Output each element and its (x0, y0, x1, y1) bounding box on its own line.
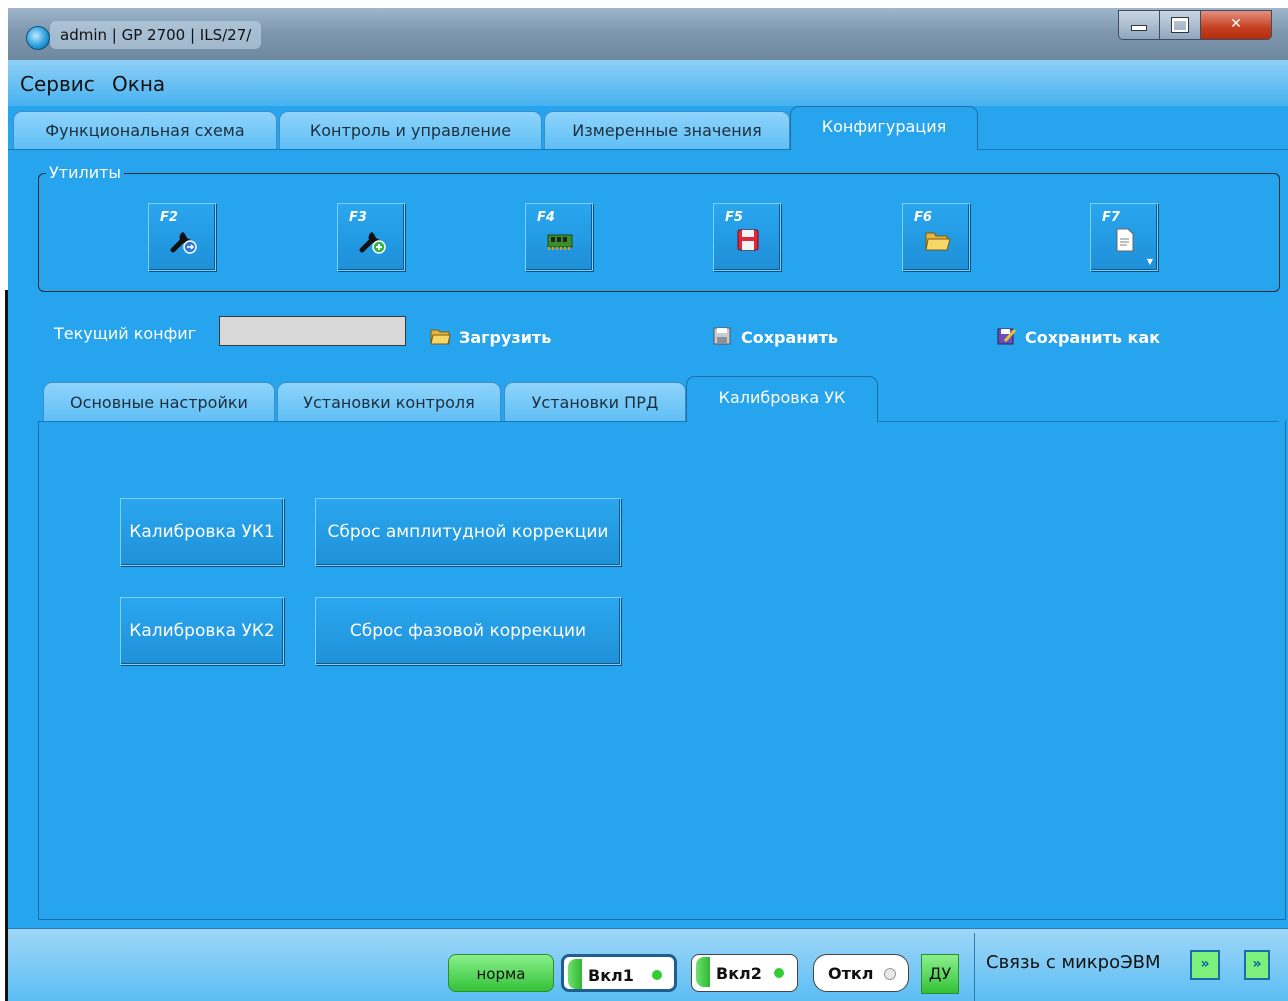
close-button[interactable]: ✕ (1200, 10, 1272, 40)
tab-functional-scheme[interactable]: Функциональная схема (13, 111, 277, 149)
save-as-label: Сохранить как (1025, 328, 1161, 347)
menu-windows[interactable]: Окна (112, 72, 165, 96)
f6-button[interactable]: F6 (902, 203, 970, 271)
f4-label: F4 (537, 210, 555, 225)
subtab-control-settings[interactable]: Установки контроля (277, 382, 501, 421)
utilities-title: Утилиты (46, 163, 125, 182)
calibrate-uk2-button[interactable]: Калибровка УК2 (120, 597, 284, 665)
f5-label: F5 (725, 210, 743, 225)
calibrate-uk1-button[interactable]: Калибровка УК1 (120, 498, 284, 566)
tab-control[interactable]: Контроль и управление (279, 111, 542, 149)
link-status-label: Связь с микроЭВМ (986, 952, 1161, 973)
f3-button[interactable]: F3 (337, 203, 405, 271)
calibration-panel (38, 421, 1286, 920)
tab-configuration[interactable]: Конфигурация (790, 106, 978, 150)
vkl2-cap (696, 957, 710, 987)
minimize-button[interactable] (1118, 10, 1160, 40)
f7-label: F7 (1102, 210, 1120, 225)
otkl-label: Откл (828, 964, 874, 983)
window-title: admin | GP 2700 | ILS/27/ (50, 21, 262, 49)
title-bar: admin | GP 2700 | ILS/27/ ✕ (8, 8, 1288, 61)
dropdown-arrow-icon: ▼ (1146, 257, 1153, 266)
vkl2-led (774, 968, 784, 978)
wrench-add-icon (359, 232, 386, 254)
norma-indicator: норма (448, 954, 554, 992)
f7-button[interactable]: F7 ▼ (1090, 203, 1158, 271)
link-arrow-icon[interactable]: » (1190, 950, 1220, 980)
minimize-icon (1131, 25, 1147, 31)
save-label: Сохранить (741, 328, 838, 347)
save-link[interactable]: Сохранить (713, 327, 838, 347)
maximize-icon (1171, 17, 1189, 33)
menu-bar: Сервис Окна (8, 60, 1288, 106)
folder-icon (430, 329, 451, 345)
vkl1-label: Вкл1 (588, 966, 634, 985)
otkl-button[interactable]: Откл (813, 954, 909, 992)
desktop-edge (0, 0, 8, 1001)
subtab-main-settings[interactable]: Основные настройки (43, 382, 275, 421)
otkl-led (884, 968, 896, 980)
status-separator (974, 933, 975, 1001)
reset-amplitude-button[interactable]: Сброс амплитудной коррекции (315, 498, 621, 566)
close-icon: ✕ (1230, 16, 1242, 32)
f2-button[interactable]: F2 (148, 203, 216, 271)
save-disk-icon (737, 229, 759, 251)
current-config-field[interactable] (219, 316, 406, 346)
document-icon (1116, 228, 1134, 252)
save-as-icon (997, 328, 1017, 345)
f4-button[interactable]: F4 (525, 203, 593, 271)
app-window: admin | GP 2700 | ILS/27/ ✕ Сервис Окна … (8, 8, 1288, 1001)
f6-label: F6 (914, 210, 932, 225)
subtab-uk-calibration[interactable]: Калибровка УК (686, 376, 878, 422)
f2-label: F2 (160, 210, 178, 225)
memory-chip-icon (547, 234, 573, 250)
vkl1-cap (568, 959, 582, 989)
reset-phase-button[interactable]: Сброс фазовой коррекции (315, 597, 621, 665)
wrench-arrow-icon (170, 232, 197, 254)
du-indicator: ДУ (921, 954, 959, 994)
subtab-prd-settings[interactable]: Установки ПРД (504, 382, 686, 421)
maximize-button[interactable] (1159, 10, 1201, 40)
save-as-link[interactable]: Сохранить как (997, 328, 1161, 347)
main-tabs: Функциональная схема Контроль и управлен… (8, 106, 1288, 150)
vkl2-button[interactable]: Вкл2 (691, 954, 798, 992)
f5-button[interactable]: F5 (713, 203, 781, 271)
folder-open-icon (925, 232, 951, 251)
tab-measured-values[interactable]: Измеренные значения (544, 111, 790, 149)
current-config-label: Текущий конфиг (54, 324, 197, 343)
vkl1-button[interactable]: Вкл1 (561, 954, 677, 992)
f3-label: F3 (349, 210, 367, 225)
save-icon (713, 327, 731, 345)
vkl1-led (652, 970, 662, 980)
config-subtabs: Основные настройки Установки контроля Ус… (38, 376, 1278, 422)
load-link[interactable]: Загрузить (430, 328, 552, 347)
link-arrow-icon-2[interactable]: » (1244, 950, 1270, 980)
app-icon (26, 26, 50, 50)
menu-service[interactable]: Сервис (20, 72, 95, 96)
load-label: Загрузить (459, 328, 552, 347)
vkl2-label: Вкл2 (716, 964, 762, 983)
